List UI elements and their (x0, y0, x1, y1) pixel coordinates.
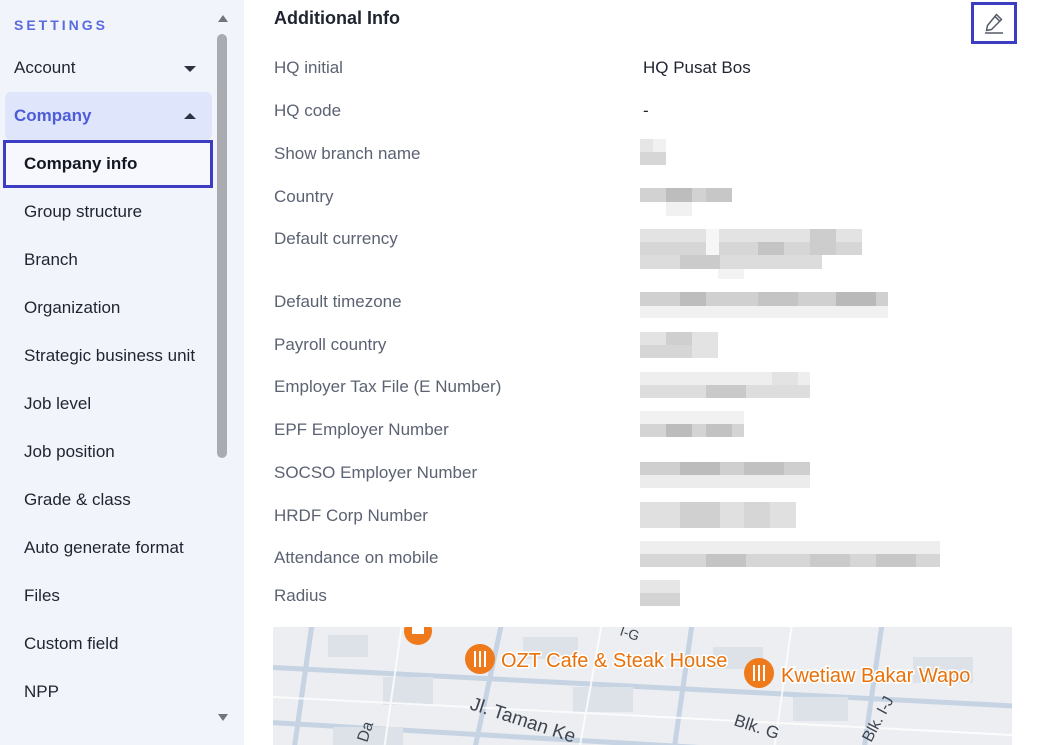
redacted-value-show-branch-name (640, 139, 666, 165)
scroll-up-arrow-icon[interactable] (218, 15, 228, 22)
sidebar-item-branch[interactable]: Branch (0, 236, 212, 284)
sidebar-item-label: Strategic business unit (24, 346, 196, 365)
sidebar-item-grade-class[interactable]: Grade & class (0, 476, 212, 524)
sidebar-item-label: Files (24, 586, 60, 605)
section-title: Additional Info (274, 8, 400, 28)
sidebar-item-label: Branch (24, 250, 78, 269)
sidebar-item-label: Company (14, 106, 92, 125)
sidebar-item-group-structure[interactable]: Group structure (0, 188, 212, 236)
redacted-value-default-currency (640, 229, 862, 279)
scroll-down-arrow-icon[interactable] (218, 714, 228, 721)
scrollbar-thumb[interactable] (217, 34, 227, 458)
field-label-hrdf-corp-number: HRDF Corp Number (274, 506, 428, 525)
sidebar-scrollbar[interactable] (215, 6, 231, 730)
restaurant-marker-icon[interactable] (465, 644, 495, 674)
sidebar-item-files[interactable]: Files (0, 572, 212, 620)
field-label-hq-initial: HQ initial (274, 58, 343, 77)
redacted-value-epf-employer-number (640, 411, 744, 437)
sidebar-item-company-info[interactable]: Company info (3, 140, 213, 188)
map-place-label[interactable]: Kwetiaw Bakar Wapo (780, 664, 972, 689)
redacted-value-default-timezone (640, 292, 888, 318)
field-label-attendance-on-mobile: Attendance on mobile (274, 548, 439, 567)
settings-heading: SETTINGS (14, 17, 109, 33)
redacted-value-country (640, 188, 732, 216)
settings-sidebar: SETTINGS Account Company Company info Gr… (0, 0, 244, 745)
redacted-value-attendance-on-mobile (640, 541, 940, 567)
sidebar-item-label: Grade & class (24, 490, 131, 509)
sidebar-item-auto-generate-format[interactable]: Auto generate format (0, 524, 212, 572)
sidebar-item-job-position[interactable]: Job position (0, 428, 212, 476)
field-label-show-branch-name: Show branch name (274, 144, 421, 163)
redacted-value-hrdf-corp-number (640, 502, 796, 528)
sidebar-item-label: NPP (24, 682, 59, 701)
field-label-payroll-country: Payroll country (274, 335, 387, 354)
sidebar-item-company[interactable]: Company (5, 92, 212, 140)
redacted-value-payroll-country (640, 332, 718, 358)
sidebar-item-label: Organization (24, 298, 121, 317)
field-label-default-timezone: Default timezone (274, 292, 402, 311)
restaurant-marker-icon[interactable] (744, 658, 774, 688)
sidebar-item-label: Job level (24, 394, 92, 413)
sidebar-item-account[interactable]: Account (0, 44, 212, 92)
sidebar-item-label: Job position (24, 442, 115, 461)
sidebar-item-npp[interactable]: NPP (0, 668, 212, 716)
location-map[interactable]: OZT Cafe & Steak House Kwetiaw Bakar Wap… (273, 627, 1012, 745)
field-label-epf-employer-number: EPF Employer Number (274, 420, 449, 439)
map-place-label[interactable]: OZT Cafe & Steak House (500, 649, 729, 674)
sidebar-item-job-level[interactable]: Job level (0, 380, 212, 428)
sidebar-item-custom-field[interactable]: Custom field (0, 620, 212, 668)
field-label-radius: Radius (274, 586, 327, 605)
sidebar-item-label: Custom field (24, 634, 119, 653)
sidebar-item-label: Auto generate format (24, 538, 184, 557)
sidebar-item-strategic-business-unit[interactable]: Strategic business unit (0, 332, 212, 380)
field-label-socso-employer-number: SOCSO Employer Number (274, 463, 478, 482)
redacted-value-radius (640, 580, 680, 606)
sidebar-item-label: Account (14, 58, 76, 77)
field-label-employer-tax-file: Employer Tax File (E Number) (274, 377, 502, 396)
field-value-hq-code: - (643, 101, 649, 120)
field-label-country: Country (274, 187, 334, 206)
pencil-icon (985, 13, 1003, 34)
field-label-default-currency: Default currency (274, 229, 398, 248)
map-canvas[interactable]: OZT Cafe & Steak House Kwetiaw Bakar Wap… (273, 627, 1012, 745)
sidebar-item-label: Company info (24, 154, 138, 173)
redacted-value-socso-employer-number (640, 462, 810, 488)
chevron-down-icon (184, 66, 196, 72)
edit-button[interactable] (971, 2, 1017, 44)
sidebar-item-label: Group structure (24, 202, 143, 221)
chevron-up-icon (184, 113, 196, 119)
sidebar-item-organization[interactable]: Organization (0, 284, 212, 332)
redacted-value-employer-tax-file (640, 372, 810, 398)
field-label-hq-code: HQ code (274, 101, 342, 120)
field-value-hq-initial: HQ Pusat Bos (643, 58, 751, 77)
